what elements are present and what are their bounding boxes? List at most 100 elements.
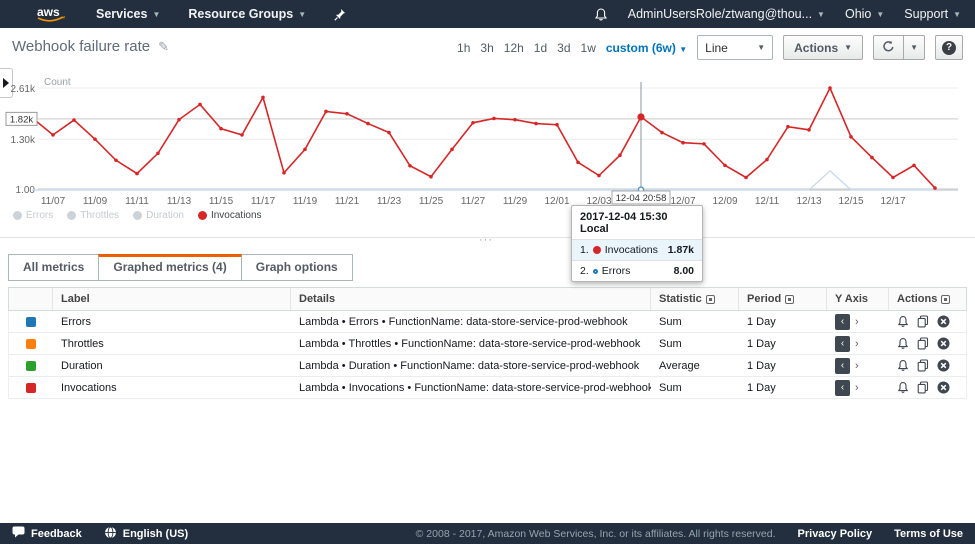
resize-handle[interactable]: ··· <box>479 234 493 246</box>
metric-details: Lambda • Errors • FunctionName: data-sto… <box>291 316 651 328</box>
metric-statistic[interactable]: Sum <box>651 338 739 350</box>
chart-type-select[interactable]: Line ▼ <box>697 35 773 60</box>
header-details: Details <box>291 288 651 310</box>
svg-text:11/13: 11/13 <box>167 196 192 207</box>
metric-details: Lambda • Throttles • FunctionName: data-… <box>291 338 651 350</box>
header-yaxis: Y Axis <box>827 288 889 310</box>
range-1h[interactable]: 1h <box>457 41 470 55</box>
terms-of-use-link[interactable]: Terms of Use <box>894 528 963 540</box>
metric-statistic[interactable]: Sum <box>651 316 739 328</box>
edit-title-icon[interactable]: ✎ <box>158 39 169 55</box>
refresh-options-button[interactable]: ▼ <box>904 35 925 60</box>
help-icon: ? <box>942 41 956 55</box>
header-label: Label <box>53 288 291 310</box>
info-icon[interactable] <box>941 295 950 304</box>
info-icon[interactable] <box>706 295 715 304</box>
series-color-cell <box>9 339 53 349</box>
series-color-swatch[interactable] <box>26 361 36 371</box>
nav-region-menu[interactable]: Ohio ▼ <box>845 7 884 21</box>
nav-resource-groups[interactable]: Resource Groups ▼ <box>188 7 306 21</box>
privacy-policy-link[interactable]: Privacy Policy <box>798 528 873 540</box>
pin-icon[interactable] <box>334 8 346 21</box>
tab-graphed-metrics[interactable]: Graphed metrics (4) <box>98 254 241 281</box>
nav-services[interactable]: Services ▼ <box>96 7 160 21</box>
metric-period[interactable]: 1 Day <box>739 360 827 372</box>
table-row-throttles: ThrottlesLambda • Throttles • FunctionNa… <box>8 333 967 355</box>
range-1d[interactable]: 1d <box>534 41 547 55</box>
legend-marker-icon <box>198 211 207 220</box>
series-color-swatch[interactable] <box>26 317 36 327</box>
metric-label[interactable]: Errors <box>53 316 291 328</box>
svg-text:11/19: 11/19 <box>293 196 318 207</box>
remove-metric-icon[interactable] <box>937 381 950 394</box>
legend-marker-icon <box>67 211 76 220</box>
region-name: Ohio <box>845 7 871 21</box>
range-custom-label: custom (6w) <box>606 41 676 55</box>
legend-item-invocations[interactable]: Invocations <box>198 210 262 221</box>
language-button[interactable]: English (US) <box>104 526 188 542</box>
metric-label[interactable]: Throttles <box>53 338 291 350</box>
metric-statistic[interactable]: Sum <box>651 382 739 394</box>
duplicate-icon[interactable] <box>917 337 929 350</box>
remove-metric-icon[interactable] <box>937 315 950 328</box>
duplicate-icon[interactable] <box>917 381 929 394</box>
remove-metric-icon[interactable] <box>937 359 950 372</box>
header-actions: Actions <box>889 288 966 310</box>
metrics-chart[interactable]: Count2.61k1.30k1.0011/0711/0911/1111/131… <box>0 70 975 210</box>
help-button[interactable]: ? <box>935 35 963 60</box>
bell-icon[interactable] <box>594 7 608 22</box>
chevron-down-icon: ▼ <box>757 43 765 52</box>
series-color-swatch[interactable] <box>26 383 36 393</box>
metric-period[interactable]: 1 Day <box>739 382 827 394</box>
yaxis-right-button[interactable]: › <box>855 338 859 350</box>
nav-account-menu[interactable]: AdminUsersRole/ztwang@thou... ▼ <box>628 7 825 21</box>
metric-statistic[interactable]: Average <box>651 360 739 372</box>
support-label: Support <box>904 7 948 21</box>
range-3h[interactable]: 3h <box>480 41 493 55</box>
create-alarm-icon[interactable] <box>897 359 909 372</box>
range-1w[interactable]: 1w <box>581 41 596 55</box>
metric-period[interactable]: 1 Day <box>739 338 827 350</box>
create-alarm-icon[interactable] <box>897 337 909 350</box>
metric-label[interactable]: Duration <box>53 360 291 372</box>
legend-item-duration[interactable]: Duration <box>133 210 184 221</box>
yaxis-right-button[interactable]: › <box>855 382 859 394</box>
yaxis-left-button[interactable]: ‹ <box>835 336 850 352</box>
series-color-swatch[interactable] <box>26 339 36 349</box>
tooltip-row-invocations: 1. Invocations 1.87k <box>572 240 702 261</box>
legend-item-throttles[interactable]: Throttles <box>67 210 119 221</box>
range-custom[interactable]: custom (6w) ▼ <box>606 41 687 55</box>
refresh-button[interactable] <box>873 35 904 60</box>
range-3d[interactable]: 3d <box>557 41 570 55</box>
tab-graph-options[interactable]: Graph options <box>241 254 353 281</box>
duplicate-icon[interactable] <box>917 315 929 328</box>
tab-all-metrics[interactable]: All metrics <box>8 254 99 281</box>
metric-label[interactable]: Invocations <box>53 382 291 394</box>
aws-logo[interactable]: aws <box>34 4 68 24</box>
actions-button[interactable]: Actions ▼ <box>783 35 863 60</box>
nav-support-menu[interactable]: Support ▼ <box>904 7 961 21</box>
yaxis-right-button[interactable]: › <box>855 316 859 328</box>
svg-text:11/07: 11/07 <box>41 196 66 207</box>
yaxis-right-button[interactable]: › <box>855 360 859 372</box>
range-12h[interactable]: 12h <box>504 41 524 55</box>
table-header-row: Label Details Statistic Period Y Axis Ac… <box>8 287 967 311</box>
chevron-down-icon: ▼ <box>817 10 825 19</box>
header-color-col <box>9 288 53 310</box>
create-alarm-icon[interactable] <box>897 315 909 328</box>
info-icon[interactable] <box>785 295 794 304</box>
speech-bubble-icon <box>12 526 25 541</box>
yaxis-left-button[interactable]: ‹ <box>835 380 850 396</box>
tooltip-row-errors: 2. Errors 8.00 <box>572 261 702 281</box>
metric-period[interactable]: 1 Day <box>739 316 827 328</box>
create-alarm-icon[interactable] <box>897 381 909 394</box>
account-name: AdminUsersRole/ztwang@thou... <box>628 7 812 21</box>
duplicate-icon[interactable] <box>917 359 929 372</box>
remove-metric-icon[interactable] <box>937 337 950 350</box>
chart-tooltip: 2017-12-04 15:30 Local 1. Invocations 1.… <box>571 205 703 282</box>
svg-text:1.30k: 1.30k <box>11 135 36 146</box>
yaxis-left-button[interactable]: ‹ <box>835 314 850 330</box>
feedback-button[interactable]: Feedback <box>12 526 82 541</box>
legend-item-errors[interactable]: Errors <box>13 210 53 221</box>
yaxis-left-button[interactable]: ‹ <box>835 358 850 374</box>
